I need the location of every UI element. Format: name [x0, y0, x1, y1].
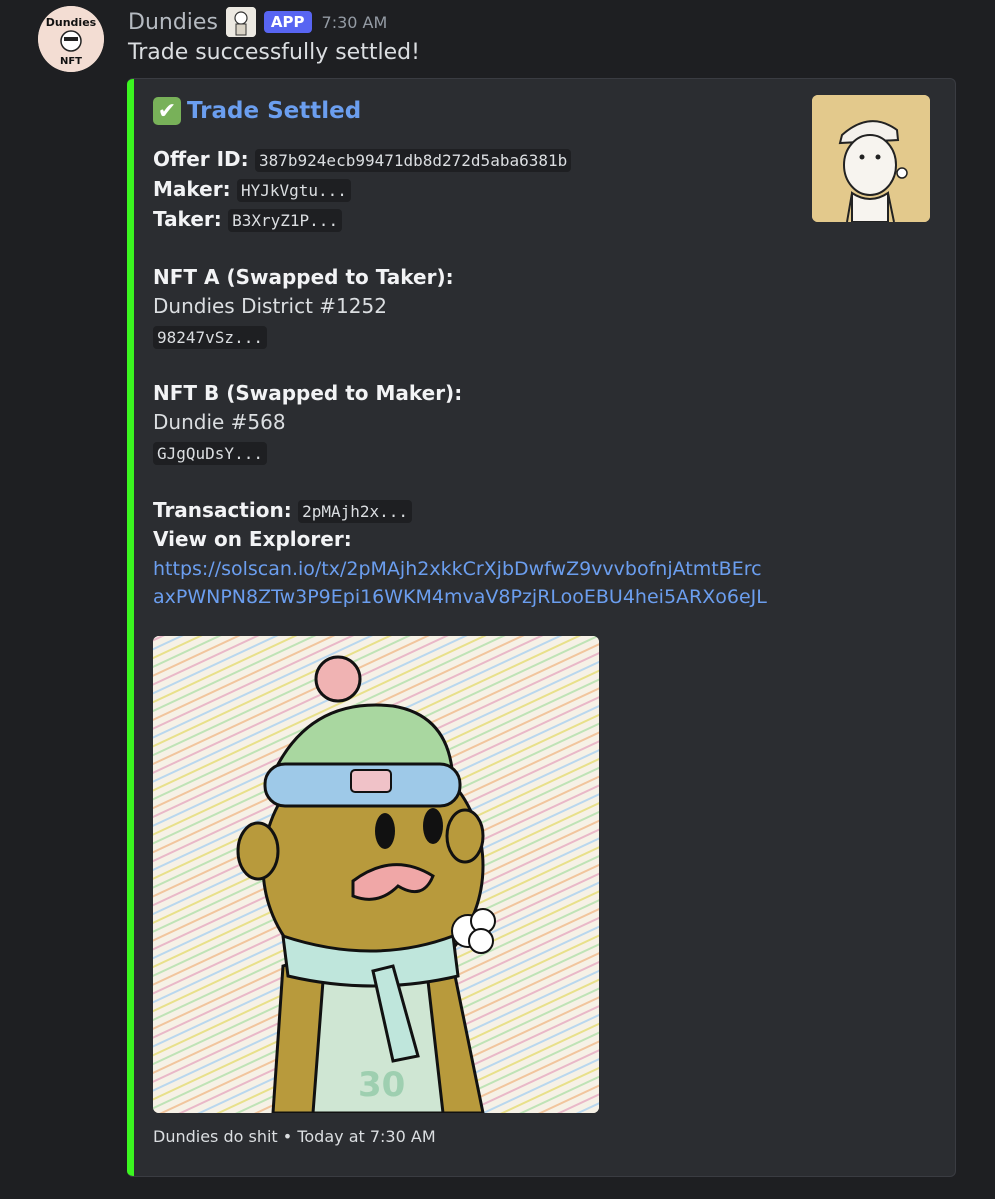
app-badge: APP: [263, 11, 312, 33]
explorer-link[interactable]: https://solscan.io/tx/2pMAjh2xkkCrXjbDwf…: [153, 555, 767, 611]
explorer-label: View on Explorer:: [153, 525, 352, 553]
embed-title: ✔ Trade Settled: [153, 97, 361, 125]
nft-a-name: Dundies District #1252: [153, 294, 387, 318]
explorer-label-text: View on Explorer:: [153, 527, 352, 551]
explorer-link-line-1[interactable]: https://solscan.io/tx/2pMAjh2xkkCrXjbDwf…: [153, 555, 767, 583]
nft-a-label-text: NFT A (Swapped to Taker):: [153, 265, 454, 289]
taker-value: B3XryZ1P...: [228, 209, 343, 232]
maker-label: Maker:: [153, 177, 231, 201]
svg-text:30: 30: [358, 1065, 405, 1105]
nft-a-mint: 98247vSz...: [153, 326, 267, 349]
nft-b-label: NFT B (Swapped to Maker):: [153, 379, 462, 407]
nft-b-label-text: NFT B (Swapped to Maker):: [153, 381, 463, 405]
nft-b-mint-field: GJgQuDsY...: [153, 438, 267, 468]
transaction-field: Transaction: 2pMAjh2x...: [153, 496, 413, 526]
svg-text:NFT: NFT: [60, 56, 82, 67]
taker-field: Taker: B3XryZ1P...: [153, 205, 343, 235]
transaction-value: 2pMAjh2x...: [298, 500, 413, 523]
offer-id-field: Offer ID: 387b924ecb99471db8d272d5aba638…: [153, 145, 572, 175]
footer-separator: •: [282, 1127, 293, 1146]
user-icon: [225, 7, 256, 37]
check-mark-icon: ✔: [153, 97, 181, 125]
embed-footer: Dundies do shit • Today at 7:30 AM: [153, 1127, 436, 1146]
nft-a-mint-field: 98247vSz...: [153, 322, 267, 352]
message: Dundies NFT Dundies APP 7:30 AM Trade su…: [0, 0, 995, 1199]
taker-label: Taker:: [153, 207, 222, 231]
maker-value: HYJkVgtu...: [236, 179, 351, 202]
embed-title-text: Trade Settled: [187, 98, 362, 124]
embed-thumbnail[interactable]: [812, 95, 930, 222]
footer-text: Dundies do shit: [153, 1127, 278, 1146]
username[interactable]: Dundies: [128, 10, 218, 35]
bot-avatar[interactable]: Dundies NFT: [38, 6, 104, 72]
message-content: Trade successfully settled!: [128, 40, 420, 65]
message-header: Dundies APP 7:30 AM: [128, 6, 387, 38]
nft-b-mint: GJgQuDsY...: [153, 442, 267, 465]
nft-a-label: NFT A (Swapped to Taker):: [153, 263, 454, 291]
svg-text:Dundies: Dundies: [46, 16, 97, 29]
maker-field: Maker: HYJkVgtu...: [153, 175, 351, 205]
embed-accent-bar: [127, 79, 134, 1176]
nft-image[interactable]: 30: [153, 636, 599, 1113]
footer-time: Today at 7:30 AM: [297, 1127, 436, 1146]
nft-b-name: Dundie #568: [153, 410, 286, 434]
offer-id-value: 387b924ecb99471db8d272d5aba6381b: [255, 149, 572, 172]
offer-id-label: Offer ID:: [153, 147, 249, 171]
transaction-label: Transaction:: [153, 498, 292, 522]
explorer-link-line-2[interactable]: axPWNPN8ZTw3P9Epi16WKM4mvaV8PzjRLooEBU4h…: [153, 583, 767, 611]
trade-embed: ✔ Trade Settled Offer ID: 387b924ecb9947…: [127, 78, 956, 1177]
message-timestamp[interactable]: 7:30 AM: [322, 13, 388, 32]
